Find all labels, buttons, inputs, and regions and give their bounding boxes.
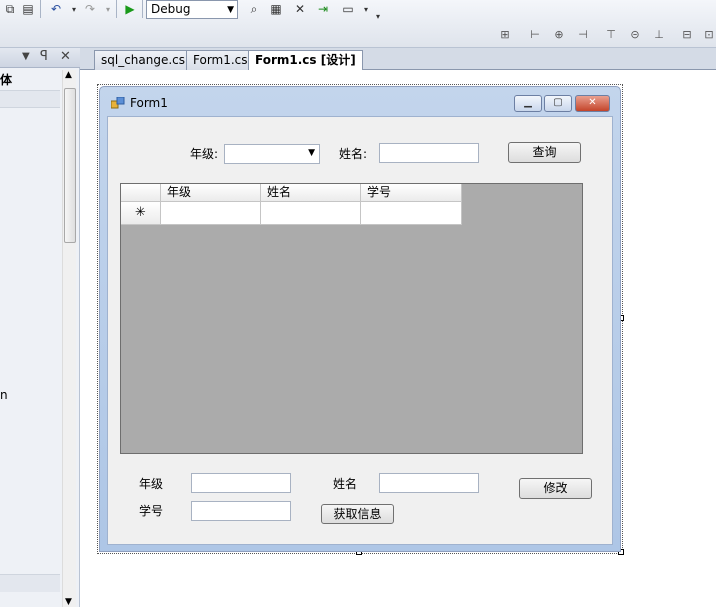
grade-combobox[interactable]: ▼ — [224, 144, 320, 164]
grid-corner-header — [121, 184, 161, 202]
new-row-header[interactable]: ✳ — [121, 202, 161, 225]
toolbar-overflow-icon[interactable]: ▾ — [370, 8, 386, 24]
configuration-value: Debug — [151, 2, 191, 16]
edit-grade-input[interactable] — [191, 473, 291, 493]
minimize-button[interactable]: ▁ — [514, 95, 542, 112]
grid-cell[interactable] — [361, 202, 462, 225]
chevron-down-icon: ▼ — [227, 5, 234, 15]
maximize-button[interactable]: ▢ — [544, 95, 572, 112]
edit-grade-label: 年级 — [139, 477, 164, 491]
solution-configuration-select[interactable]: Debug ▼ — [146, 0, 238, 19]
grid-column-header[interactable]: 年级 — [161, 184, 261, 202]
modify-button[interactable]: 修改 — [519, 478, 592, 499]
scroll-thumb[interactable] — [64, 88, 76, 243]
align-center-icon[interactable]: ⊕ — [552, 28, 566, 42]
window-icon[interactable]: ▭ — [340, 1, 356, 17]
tools-icon[interactable]: ✕ — [292, 1, 308, 17]
toolbox-title: 体 — [0, 73, 13, 87]
grid-column-header[interactable]: 学号 — [361, 184, 462, 202]
form-window[interactable]: Form1 ▁ ▢ ✕ 年级: ▼ 姓名: 查询 年级 姓名 学号 ✳ 年级 姓… — [99, 86, 621, 552]
align-bottom-icon[interactable]: ⊥ — [652, 28, 666, 42]
search-name-label: 姓名: — [339, 147, 368, 161]
toolbar-separator — [142, 0, 143, 18]
edit-id-input[interactable] — [191, 501, 291, 521]
student-datagrid[interactable]: 年级 姓名 学号 ✳ — [120, 183, 583, 454]
panel-dropdown-icon[interactable]: ▼ — [22, 51, 30, 62]
form-icon — [111, 97, 125, 109]
edit-name-label: 姓名 — [333, 477, 358, 491]
toolbox-footer-row — [0, 574, 60, 592]
align-grid-icon[interactable]: ⊞ — [498, 28, 512, 42]
form-client-area: 年级: ▼ 姓名: 查询 年级 姓名 学号 ✳ 年级 姓名 修改 学号 获取信息 — [107, 116, 613, 545]
redo-dropdown-icon[interactable]: ▾ — [100, 1, 116, 17]
paste-icon[interactable]: ▤ — [20, 1, 36, 17]
edit-name-input[interactable] — [379, 473, 479, 493]
undo-icon[interactable]: ↶ — [48, 1, 64, 17]
edit-id-label: 学号 — [139, 504, 164, 518]
fetch-info-button[interactable]: 获取信息 — [321, 504, 394, 524]
toolbar-separator — [40, 0, 41, 18]
export-icon[interactable]: ⇥ — [315, 1, 331, 17]
properties-icon[interactable]: ▦ — [268, 1, 284, 17]
pin-icon[interactable]: ꟼ — [40, 49, 48, 64]
close-icon[interactable]: ✕ — [60, 49, 71, 64]
scroll-down-icon[interactable]: ▼ — [65, 597, 72, 607]
search-name-input[interactable] — [379, 143, 479, 163]
tab-sql-change[interactable]: sql_change.cs — [94, 50, 193, 70]
toolbox-header: ▼ ꟼ ✕ — [0, 48, 80, 68]
scroll-up-icon[interactable]: ▲ — [65, 70, 72, 80]
toolbar-separator — [116, 0, 117, 18]
chevron-down-icon: ▼ — [308, 148, 315, 158]
align-top-icon[interactable]: ⊤ — [604, 28, 618, 42]
tab-label: Form1.cs [设计] — [255, 53, 356, 67]
tab-form1-code[interactable]: Form1.cs — [186, 50, 255, 70]
size-width-icon[interactable]: ⊟ — [680, 28, 694, 42]
tab-label: sql_change.cs — [101, 53, 186, 67]
align-middle-icon[interactable]: ⊝ — [628, 28, 642, 42]
toolbox-item-text: n — [0, 388, 8, 402]
tab-label: Form1.cs — [193, 53, 248, 67]
main-toolbar: ⧉ ▤ ↶ ▾ ↷ ▾ ▶ Debug ▼ ⌕ ▦ ✕ ⇥ ▭ ▾ ▾ ⊞ ⊢ … — [0, 0, 716, 48]
align-left-icon[interactable]: ⊢ — [528, 28, 542, 42]
query-button[interactable]: 查询 — [508, 142, 581, 163]
grid-cell[interactable] — [261, 202, 361, 225]
search-grade-label: 年级: — [190, 147, 219, 161]
grid-column-header[interactable]: 姓名 — [261, 184, 361, 202]
copy-icon[interactable]: ⧉ — [2, 1, 18, 17]
size-height-icon[interactable]: ⊡ — [702, 28, 716, 42]
close-button[interactable]: ✕ — [575, 95, 610, 112]
play-icon[interactable]: ▶ — [122, 1, 138, 17]
tab-form1-design[interactable]: Form1.cs [设计] — [248, 50, 363, 71]
undo-dropdown-icon[interactable]: ▾ — [66, 1, 82, 17]
toolbox-scrollbar[interactable]: ▲ ▼ — [62, 70, 76, 607]
toolbox-row[interactable] — [0, 90, 60, 108]
form-title: Form1 — [130, 96, 168, 110]
grid-cell[interactable] — [161, 202, 261, 225]
redo-icon[interactable]: ↷ — [82, 1, 98, 17]
document-tab-strip: sql_change.cs Form1.cs Form1.cs [设计] — [80, 48, 716, 71]
find-icon[interactable]: ⌕ — [246, 1, 262, 17]
align-right-icon[interactable]: ⊣ — [576, 28, 590, 42]
